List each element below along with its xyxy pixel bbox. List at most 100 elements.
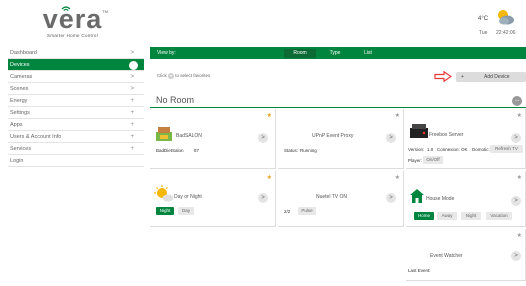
add-device-button[interactable]: + Add Device: [456, 72, 526, 82]
star-icon[interactable]: ★: [395, 174, 400, 181]
sidebar-item-devices[interactable]: Devices >: [8, 59, 144, 71]
favorites-tip-pre: Click: [157, 73, 167, 79]
plus-icon: +: [130, 134, 134, 140]
scene-count: 2/2: [284, 209, 291, 214]
sidebar-item-users-account[interactable]: Users & Account Info +: [8, 131, 144, 143]
plus-icon: +: [130, 122, 134, 128]
view-by-label: View by:: [157, 50, 176, 56]
chevron-right-icon: >: [130, 86, 134, 92]
refresh-tv-button[interactable]: Refresh TV: [490, 145, 523, 153]
plus-icon: +: [130, 98, 134, 104]
star-icon[interactable]: ★: [517, 174, 522, 181]
tab-list[interactable]: List: [358, 49, 378, 58]
card-title: Freebox Server: [429, 132, 464, 138]
wifi-icon: [61, 6, 71, 11]
tab-type[interactable]: Type: [324, 49, 346, 58]
sidebar-item-label: Settings: [10, 110, 30, 116]
domotic-label: Domotic:: [472, 147, 490, 152]
plus-icon: +: [130, 146, 134, 152]
sidebar-item-dashboard[interactable]: Dashboard >: [8, 47, 144, 59]
device-card-badsalon: ★ BadSALON > BadDietSalon 87: [150, 109, 276, 169]
version-value: 1.0: [427, 147, 434, 152]
chevron-right-icon[interactable]: >: [386, 193, 396, 203]
router-icon: [410, 124, 428, 138]
thermometer-house-icon: [156, 127, 172, 141]
sidebar-item-label: Dashboard: [10, 50, 37, 56]
room-divider: [150, 107, 526, 108]
tab-room[interactable]: Room: [284, 49, 316, 58]
add-device-label: Add Device: [484, 74, 510, 80]
day-button[interactable]: Day: [178, 207, 194, 215]
last-event-label: Last Event:: [408, 268, 431, 273]
card-title: House Mode: [426, 196, 455, 202]
sun-cloud-icon: [154, 185, 174, 202]
temperature: 4°C: [478, 16, 489, 22]
view-bar: View by: Room Type List: [150, 47, 526, 59]
device-card-freebox: ★ Freebox Server > Version: 1.0 Connexio…: [406, 109, 526, 169]
house-icon: [410, 189, 424, 203]
device-card-upnp: ★ UPnP Event Proxy > Status: Running: [278, 109, 404, 169]
sidebar-item-label: Scenes: [10, 86, 29, 92]
red-arrow-icon: [434, 71, 452, 82]
sidebar-item-label: Apps: [10, 122, 23, 128]
main-content: View by: Room Type List Click ★ to selec…: [150, 47, 526, 286]
device-card-nuetel: ★ Nuetel TV ON > 2/2 Pulse: [278, 171, 404, 227]
mode-night-button[interactable]: Night: [461, 212, 481, 220]
chevron-right-icon[interactable]: >: [511, 251, 521, 261]
ellipsis-icon[interactable]: ...: [512, 96, 522, 106]
star-icon[interactable]: ★: [395, 112, 400, 119]
sidebar-item-label: Cameras: [10, 74, 33, 80]
star-icon[interactable]: ★: [267, 174, 272, 181]
status-value: Running: [300, 148, 317, 153]
logo-tagline: Smarter Home Control: [46, 33, 98, 38]
sidebar-item-energy[interactable]: Energy +: [8, 95, 144, 107]
room-title: No Room: [156, 95, 195, 105]
chevron-right-icon[interactable]: >: [511, 196, 521, 206]
card-title: UPnP Event Proxy: [312, 133, 354, 139]
card-title: Day or Night: [174, 194, 202, 200]
device-card-house-mode: ★ House Mode > Home Away Night Vacation: [406, 171, 526, 227]
pulse-button[interactable]: Pulse: [298, 207, 316, 215]
card-title: Event Watcher: [430, 253, 463, 259]
version-label: Version:: [408, 147, 425, 152]
sidebar-item-label: Services: [10, 146, 32, 152]
chevron-right-icon: >: [130, 74, 134, 80]
weather-day: Tue: [479, 30, 488, 36]
plus-icon: +: [130, 110, 134, 116]
chevron-right-icon: >: [129, 61, 138, 70]
star-icon[interactable]: ★: [517, 232, 522, 239]
status-label: Status:: [284, 148, 299, 153]
chevron-right-icon[interactable]: >: [258, 193, 268, 203]
favorites-tip: Click ★ to select favorites: [157, 73, 210, 79]
device-card-event-watcher: ★ Event Watcher > Last Event:: [406, 229, 526, 281]
star-icon[interactable]: ★: [517, 112, 522, 119]
mode-away-button[interactable]: Away: [437, 212, 457, 220]
chevron-right-icon[interactable]: >: [511, 133, 521, 143]
player-onoff-button[interactable]: On/Off: [423, 156, 443, 164]
logo-trademark: TM: [102, 9, 108, 14]
sidebar: Dashboard > Devices > Cameras > Scenes >…: [8, 47, 144, 167]
star-icon: ★: [168, 73, 175, 79]
star-icon[interactable]: ★: [267, 112, 272, 119]
night-button[interactable]: Night: [156, 207, 174, 215]
sidebar-item-settings[interactable]: Settings +: [8, 107, 144, 119]
chevron-right-icon[interactable]: >: [258, 133, 268, 143]
favorites-tip-post: to select favorites: [175, 73, 211, 79]
sidebar-item-services[interactable]: Services +: [8, 143, 144, 155]
vera-logo[interactable]: vera Smarter Home Control TM: [25, 5, 120, 45]
chevron-right-icon[interactable]: >: [386, 133, 396, 143]
sidebar-item-login[interactable]: Login: [8, 155, 144, 167]
sidebar-item-label: Energy: [10, 98, 28, 104]
device-card-day-night: ★ Day or Night > Night Day: [150, 171, 276, 227]
sidebar-item-cameras[interactable]: Cameras >: [8, 71, 144, 83]
mode-vacation-button[interactable]: Vacation: [486, 212, 512, 220]
plus-icon: +: [461, 74, 464, 80]
sidebar-item-scenes[interactable]: Scenes >: [8, 83, 144, 95]
connexion-label: Connexion:: [437, 147, 460, 152]
sidebar-item-label: Devices: [10, 62, 30, 68]
mode-home-button[interactable]: Home: [414, 212, 434, 220]
sidebar-item-apps[interactable]: Apps +: [8, 119, 144, 131]
player-label: Player:: [408, 158, 423, 163]
weather-time: 22:42:06: [496, 30, 516, 36]
sidebar-item-label: Login: [10, 158, 24, 164]
